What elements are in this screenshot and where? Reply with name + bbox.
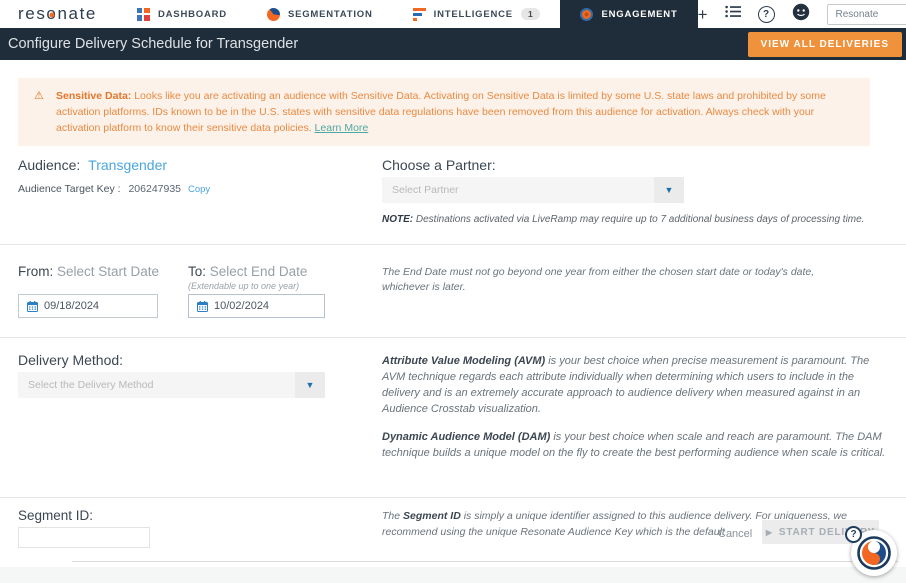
learn-more-link[interactable]: Learn More [315, 122, 369, 134]
note-lead: NOTE: [382, 214, 414, 225]
top-navigation-bar: resonate DASHBOARD SEGMENTATION INTELLIG… [0, 0, 906, 28]
footer-strip [0, 567, 906, 583]
note-body: Destinations activated via LiveRamp may … [415, 214, 865, 225]
dam-lead: Dynamic Audience Model (DAM) [382, 431, 551, 443]
audience-line: Audience: Transgender [18, 157, 167, 173]
from-date-label: From: Select Start Date [18, 264, 159, 279]
bottom-divider [72, 561, 898, 562]
account-select-value: Resonate [835, 8, 879, 20]
start-date-value: 09/18/2024 [44, 300, 100, 312]
section-divider [0, 497, 906, 498]
audience-key-value: 206247935 [128, 183, 182, 195]
partner-select[interactable]: Select Partner ▼ [382, 177, 684, 203]
section-divider [0, 337, 906, 338]
segment-id-label: Segment ID: [18, 508, 94, 523]
end-date-input[interactable]: 10/02/2024 [188, 294, 325, 318]
delivery-method-select[interactable]: Select the Delivery Method ▼ [18, 372, 325, 398]
choose-partner-label: Choose a Partner: [382, 157, 496, 173]
configure-delivery-page: resonate DASHBOARD SEGMENTATION INTELLIG… [0, 0, 906, 583]
segment-note-lead: Segment ID [403, 510, 461, 522]
to-date-label: To: Select End Date [188, 264, 307, 279]
add-icon[interactable]: + [698, 6, 708, 23]
sensitive-data-banner: ⚠ Sensitive Data: Looks like you are act… [18, 78, 870, 146]
page-header: Configure Delivery Schedule for Transgen… [0, 28, 906, 60]
audience-target-key-line: Audience Target Key : 206247935 Copy [18, 183, 210, 195]
engagement-target-icon [580, 7, 594, 21]
banner-lead: Sensitive Data: [56, 90, 132, 102]
audience-key-label: Audience Target Key : [18, 183, 121, 195]
intelligence-count-badge: 1 [520, 8, 541, 20]
to-hint-text: Select End Date [209, 264, 308, 279]
account-select[interactable]: Resonate ▼ [826, 3, 906, 25]
feedback-widget: ? [845, 526, 897, 576]
copy-key-link[interactable]: Copy [188, 184, 210, 195]
nav-item-engagement[interactable]: ENGAGEMENT [560, 0, 698, 28]
intelligence-bars-icon [412, 7, 426, 21]
dam-description: Dynamic Audience Model (DAM) is your bes… [382, 429, 894, 461]
avm-lead: Attribute Value Modeling (AVM) [382, 355, 546, 367]
nav-label-intelligence: INTELLIGENCE [433, 8, 513, 20]
nav-label-dashboard: DASHBOARD [157, 8, 227, 20]
view-all-deliveries-button[interactable]: VIEW ALL DELIVERIES [747, 31, 902, 57]
play-icon: ▶ [765, 527, 773, 537]
audience-label: Audience: [18, 157, 81, 173]
avm-description: Attribute Value Modeling (AVM) is your b… [382, 353, 894, 417]
section-divider [0, 244, 906, 245]
nav-label-engagement: ENGAGEMENT [601, 8, 678, 20]
banner-body: Looks like you are activating an audienc… [56, 90, 826, 134]
list-icon[interactable] [724, 5, 741, 23]
delivery-method-label: Delivery Method: [18, 352, 124, 368]
liveramp-note: NOTE: Destinations activated via LiveRam… [382, 214, 890, 225]
end-date-value: 10/02/2024 [214, 300, 270, 312]
segmentation-pie-icon [266, 7, 280, 21]
audience-name-link[interactable]: Transgender [88, 157, 167, 173]
widget-help-icon[interactable]: ? [845, 526, 862, 543]
from-label-text: From: [18, 264, 54, 279]
help-icon[interactable]: ? [757, 5, 775, 23]
avatar-icon[interactable] [792, 3, 810, 26]
end-date-note: The End Date must not go beyond one year… [382, 266, 815, 293]
segment-note-pre: The [382, 510, 401, 522]
nav-label-segmentation: SEGMENTATION [287, 8, 373, 20]
nav-item-segmentation[interactable]: SEGMENTATION [247, 0, 393, 28]
dashboard-grid-icon [136, 7, 150, 21]
from-hint-text: Select Start Date [57, 264, 160, 279]
nav-utilities: + ? Resonate ▼ [698, 3, 906, 26]
calendar-icon [197, 300, 208, 312]
start-date-input[interactable]: 09/18/2024 [18, 294, 158, 318]
to-date-subtext: (Extendable up to one year) [188, 281, 300, 291]
nav-item-dashboard[interactable]: DASHBOARD [117, 0, 247, 28]
segment-id-input[interactable] [18, 527, 150, 548]
resonate-logo[interactable]: resonate [18, 4, 97, 24]
to-label-text: To: [188, 264, 207, 279]
page-title: Configure Delivery Schedule for Transgen… [8, 36, 299, 52]
chevron-down-icon: ▼ [654, 177, 684, 203]
primary-nav: DASHBOARD SEGMENTATION INTELLIGENCE 1 EN… [117, 0, 698, 28]
partner-select-placeholder: Select Partner [392, 184, 459, 196]
nav-item-intelligence[interactable]: INTELLIGENCE 1 [393, 0, 561, 28]
delivery-method-placeholder: Select the Delivery Method [28, 379, 154, 391]
chevron-down-icon: ▼ [295, 372, 325, 398]
calendar-icon [27, 300, 38, 312]
cancel-button[interactable]: Cancel [718, 528, 752, 540]
warning-icon: ⚠ [34, 90, 44, 102]
